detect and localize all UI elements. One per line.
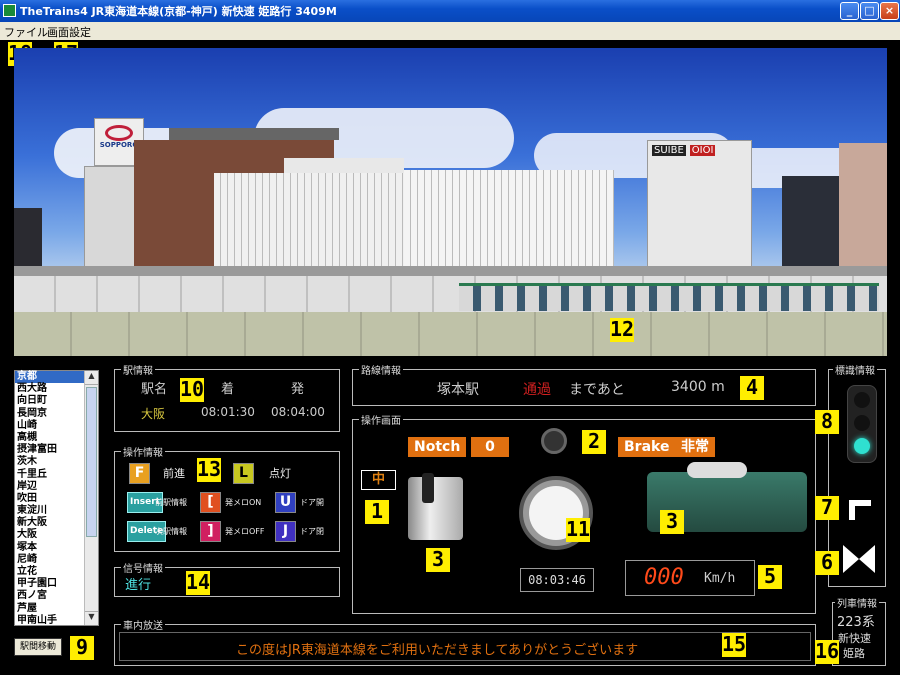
brake-value: 非常 bbox=[675, 437, 715, 457]
door-open-label: ドア開 bbox=[300, 498, 324, 507]
route-station: 塚本駅 bbox=[437, 382, 479, 398]
tag-3b: 3 bbox=[660, 510, 684, 534]
viaduct bbox=[14, 312, 887, 356]
key-f[interactable]: F bbox=[129, 463, 150, 484]
app-icon bbox=[3, 4, 16, 17]
train-destination: 姫路 bbox=[843, 647, 865, 660]
minimize-button[interactable]: _ bbox=[840, 2, 859, 20]
key-bracket-close[interactable]: ] bbox=[200, 521, 221, 542]
signal-light bbox=[847, 385, 877, 463]
next-station-label: 次駅情報 bbox=[155, 527, 187, 536]
menu-file[interactable]: ファイル bbox=[4, 24, 48, 40]
header-station-name: 駅名 bbox=[141, 382, 168, 397]
signal-lamp-icon bbox=[541, 428, 567, 454]
tag-16: 16 bbox=[815, 639, 840, 664]
announcement-panel: 車内放送 この度はJR東海道本線をご利用いただきましてありがとうございます bbox=[114, 617, 816, 666]
train-view-scene: SOPPORO SUIBE OIOI bbox=[14, 48, 887, 356]
roof bbox=[169, 128, 339, 140]
train-info-panel: 列車情報 223系 新快速 姫路 bbox=[832, 595, 886, 666]
header-depart: 発 bbox=[291, 382, 305, 397]
station-list-scrollbar[interactable]: ▲ ▼ bbox=[84, 371, 98, 625]
arrive-time: 08:01:30 bbox=[201, 405, 255, 419]
station-list[interactable]: 京都 西大路 向日町 長岡京 山崎 高槻 摂津富田 茨木 千里丘 岸辺 吹田 東淀川 新大阪 大阪 塚本 尼崎… bbox=[14, 370, 99, 662]
announcement-text: この度はJR東海道本線をご利用いただきましてありがとうございます bbox=[236, 643, 639, 658]
prev-station-label: 前駅情報 bbox=[155, 498, 187, 507]
control-panel-label: 操作画面 bbox=[359, 412, 403, 427]
tag-12: 12 bbox=[610, 317, 635, 342]
melody-on-label: 発メロON bbox=[225, 498, 262, 507]
speed-unit: Km/h bbox=[704, 571, 736, 586]
signal-info-panel: 信号情報 進行 bbox=[114, 560, 340, 597]
scroll-up-icon[interactable]: ▲ bbox=[85, 371, 98, 385]
melody-off-label: 発メロOFF bbox=[225, 527, 265, 536]
brake-label: Brake bbox=[618, 437, 676, 457]
tag-9: 9 bbox=[70, 636, 94, 660]
digital-clock: 08:03:46 bbox=[520, 568, 594, 592]
tag-2: 2 bbox=[582, 430, 606, 454]
signal-info-label: 信号情報 bbox=[121, 560, 165, 575]
header-arrive: 着 bbox=[221, 382, 235, 397]
tag-7: 7 bbox=[815, 496, 839, 520]
tag-11: 11 bbox=[566, 517, 591, 542]
announcement-display: この度はJR東海道本線をご利用いただきましてありがとうございます bbox=[119, 632, 811, 661]
route-remaining-label: まであと bbox=[569, 382, 625, 398]
tag-10: 10 bbox=[180, 377, 205, 402]
light-label: 点灯 bbox=[269, 467, 291, 480]
train-type: 新快速 bbox=[838, 632, 871, 645]
building-sign bbox=[284, 158, 404, 173]
speed-value: 000 bbox=[644, 565, 684, 590]
station-info-panel: 駅情報 駅名 着 発 大阪 08:01:30 08:04:00 bbox=[114, 362, 340, 432]
notch-value: 0 bbox=[471, 437, 509, 457]
train-series: 223系 bbox=[837, 615, 875, 630]
train-info-label: 列車情報 bbox=[835, 595, 879, 610]
train bbox=[459, 283, 879, 311]
tag-15: 15 bbox=[722, 632, 747, 657]
forward-label: 前進 bbox=[163, 467, 185, 480]
key-bracket-open[interactable]: [ bbox=[200, 492, 221, 513]
notch-label: Notch bbox=[408, 437, 467, 457]
crossing-sign-icon bbox=[843, 545, 875, 573]
scroll-down-icon[interactable]: ▼ bbox=[85, 611, 98, 625]
operation-info-panel: 操作情報 F 前進 L 点灯 Insert 前駅情報 [ 発メロON U ドア開… bbox=[114, 444, 340, 552]
key-l[interactable]: L bbox=[233, 463, 254, 484]
title-bar: TheTrains4 JR東海道本線(京都-神戸) 新快速 姫路行 3409M … bbox=[0, 0, 900, 22]
operation-info-label: 操作情報 bbox=[121, 444, 165, 459]
maximize-button[interactable]: □ bbox=[860, 2, 879, 20]
route-distance: 3400 m bbox=[671, 379, 725, 395]
tag-1: 1 bbox=[365, 500, 389, 524]
master-controller[interactable] bbox=[408, 473, 463, 540]
close-button[interactable]: × bbox=[880, 2, 899, 20]
direction-sign-icon bbox=[845, 490, 875, 520]
signal-value: 進行 bbox=[125, 578, 152, 593]
announcement-label: 車内放送 bbox=[121, 617, 165, 632]
scroll-thumb[interactable] bbox=[86, 387, 97, 537]
tag-5: 5 bbox=[758, 565, 782, 589]
key-u[interactable]: U bbox=[275, 492, 296, 513]
key-j[interactable]: J bbox=[275, 521, 296, 542]
tag-14: 14 bbox=[186, 570, 211, 595]
route-info-label: 路線情報 bbox=[359, 362, 403, 377]
depart-time: 08:04:00 bbox=[271, 405, 325, 419]
speedometer: 000 Km/h bbox=[625, 560, 755, 596]
tag-4: 4 bbox=[740, 376, 764, 400]
lever-position: 中 bbox=[361, 470, 396, 490]
door-close-label: ドア閉 bbox=[300, 527, 324, 536]
current-station: 大阪 bbox=[141, 407, 166, 421]
station-move-button[interactable]: 駅間移動 bbox=[14, 638, 62, 656]
tag-13: 13 bbox=[197, 457, 222, 482]
menu-display-settings[interactable]: 画面設定 bbox=[47, 24, 91, 40]
route-status: 通過 bbox=[523, 382, 551, 398]
station-info-label: 駅情報 bbox=[121, 362, 155, 377]
tag-3a: 3 bbox=[426, 548, 450, 572]
menu-bar: ファイル 画面設定 bbox=[0, 22, 900, 40]
window-title: TheTrains4 JR東海道本線(京都-神戸) 新快速 姫路行 3409M bbox=[20, 5, 337, 18]
sign-info-label: 標識情報 bbox=[833, 362, 877, 377]
tag-8: 8 bbox=[815, 410, 839, 434]
tag-6: 6 bbox=[815, 551, 839, 575]
